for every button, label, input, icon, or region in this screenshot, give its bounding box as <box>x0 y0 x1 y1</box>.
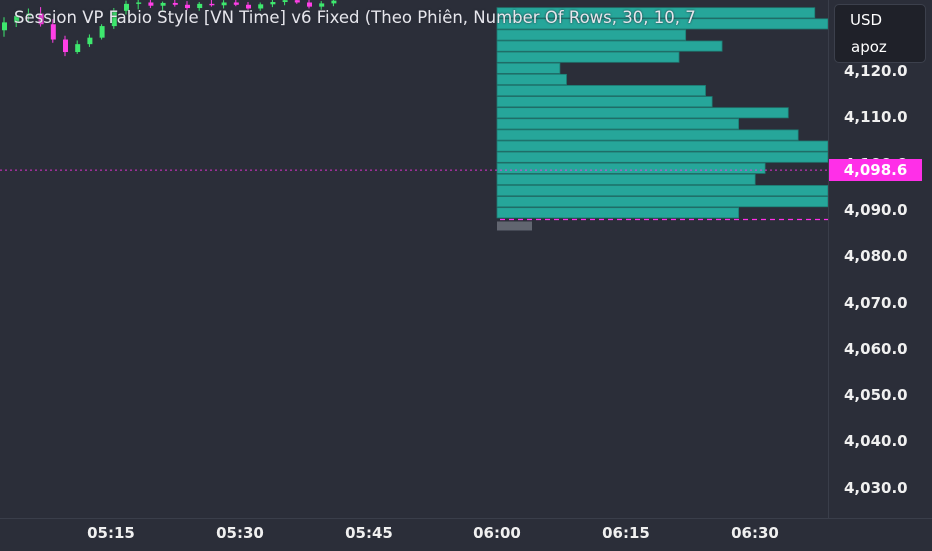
candle-body <box>160 2 166 6</box>
volume-profile-bar <box>496 129 799 141</box>
currency-selector[interactable]: USD apoz <box>834 4 926 63</box>
time-tick-label: 05:45 <box>345 524 393 542</box>
volume-profile-bar <box>496 151 828 163</box>
candle <box>75 40 81 54</box>
volume-profile-bar <box>496 29 687 41</box>
price-tick-label: 4,050.0 <box>844 386 908 405</box>
price-tick-label: 4,070.0 <box>844 293 908 312</box>
price-tick-label: 4,120.0 <box>844 62 908 80</box>
volume-profile-bar <box>496 118 740 130</box>
volume-profile-bar <box>496 196 828 208</box>
volume-profile-bar <box>496 207 740 219</box>
candle <box>2 17 7 37</box>
candle-body <box>209 3 215 6</box>
price-tick-label: 4,110.0 <box>844 108 908 127</box>
volume-profile-bar <box>496 107 789 119</box>
candle-body <box>172 2 178 5</box>
candle-body <box>233 2 239 5</box>
candle-body <box>282 0 288 3</box>
time-tick-label: 06:30 <box>731 524 779 542</box>
volume-profile <box>496 7 828 219</box>
time-tick-label: 06:00 <box>473 524 521 542</box>
time-tick-label: 05:15 <box>87 524 135 542</box>
volume-profile-bar <box>496 173 756 185</box>
volume-profile-bar <box>496 162 766 174</box>
time-tick-label: 06:15 <box>602 524 650 542</box>
candle-body <box>270 2 276 5</box>
candle-body <box>87 37 93 45</box>
volume-profile-bar <box>496 96 713 108</box>
candle <box>282 0 288 6</box>
candle <box>172 0 178 7</box>
price-tick-label: 4,080.0 <box>844 247 908 266</box>
volume-profile-bar <box>496 51 680 63</box>
candle <box>87 34 93 47</box>
candle <box>270 0 276 8</box>
candle-body <box>136 2 142 4</box>
price-tick-label: 4,040.0 <box>844 432 908 451</box>
indicator-title[interactable]: Session VP Fabio Style [VN Time] v6 Fixe… <box>14 8 696 27</box>
candle-body <box>99 26 105 38</box>
candle-body <box>63 39 68 53</box>
candle-body <box>331 0 337 4</box>
candle-body <box>2 22 7 31</box>
candle <box>63 35 68 57</box>
volume-profile-bar <box>496 40 723 52</box>
value-area-marker <box>497 221 532 231</box>
candle-body <box>294 0 300 3</box>
candle-body <box>221 2 227 6</box>
volume-profile-bar <box>496 85 706 97</box>
candle-body <box>307 2 312 7</box>
candle-body <box>75 44 81 53</box>
candle-body <box>319 3 325 7</box>
candle <box>209 0 215 7</box>
price-tick-label: 4,030.0 <box>844 478 908 497</box>
chart-plot-area[interactable] <box>0 0 828 518</box>
candle-body <box>148 2 154 6</box>
time-axis[interactable] <box>0 518 932 551</box>
last-price-tag: 4,098.6 <box>829 159 922 182</box>
volume-profile-bar <box>496 185 828 197</box>
volume-profile-bar <box>496 140 828 152</box>
price-tick-label: 4,060.0 <box>844 339 908 358</box>
currency-code: USD <box>850 11 883 29</box>
price-tick-label: 4,090.0 <box>844 200 908 219</box>
volume-profile-bar <box>496 62 561 74</box>
candle <box>294 0 300 4</box>
candle <box>331 0 337 7</box>
time-tick-label: 05:30 <box>216 524 264 542</box>
candle <box>148 0 154 9</box>
candle <box>233 0 239 7</box>
volume-profile-bar <box>496 73 567 85</box>
account-label: apoz <box>851 38 887 56</box>
